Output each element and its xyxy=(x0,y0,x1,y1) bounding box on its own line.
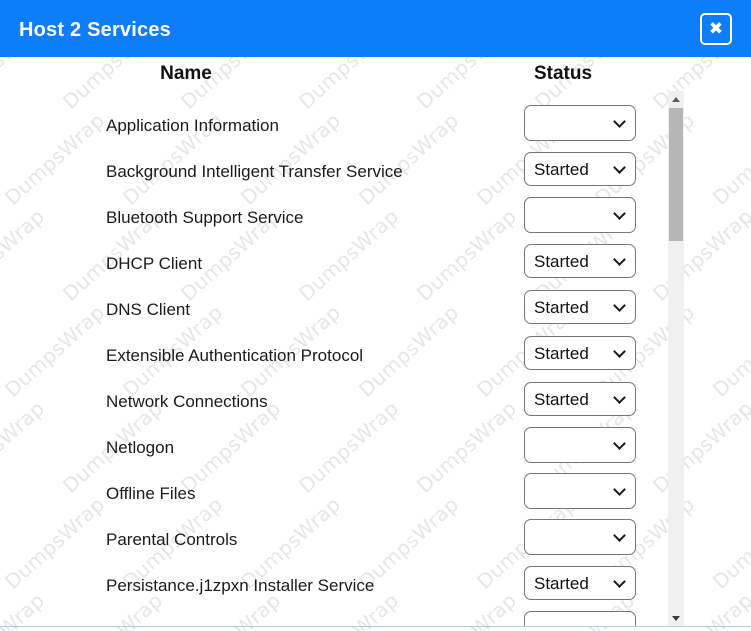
table-row: Background Intelligent Transfer Service S… xyxy=(0,150,684,196)
service-status-select[interactable]: Started xyxy=(524,566,636,600)
service-status-select[interactable] xyxy=(524,519,636,555)
watermark-text: DumpsWrap xyxy=(708,108,751,210)
service-status-select[interactable]: Started xyxy=(524,290,636,324)
service-status-select[interactable]: Started xyxy=(524,152,636,186)
chevron-down-icon xyxy=(615,531,625,541)
service-name: DNS Client xyxy=(106,299,190,321)
scroll-down-arrow-icon[interactable] xyxy=(668,610,684,626)
table-row: Bluetooth Support Service xyxy=(0,196,684,242)
chevron-down-icon xyxy=(615,255,625,265)
service-name: Background Intelligent Transfer Service xyxy=(106,161,403,183)
bottom-divider xyxy=(0,626,751,627)
service-name: DHCP Client xyxy=(106,253,202,275)
chevron-down-icon xyxy=(615,117,625,127)
chevron-down-icon xyxy=(615,163,625,173)
chevron-down-icon xyxy=(615,393,625,403)
table-row: Network Connections Started xyxy=(0,380,684,426)
page-title: Host 2 Services xyxy=(19,19,171,41)
table-row: Application Information xyxy=(0,104,684,150)
service-status-select[interactable] xyxy=(524,427,636,463)
table-column-headers: Name Status xyxy=(0,57,751,91)
service-status-value: Started xyxy=(534,250,589,273)
service-name: Network Connections xyxy=(106,391,268,413)
table-row: DHCP Client Started xyxy=(0,242,684,288)
service-name: Extensible Authentication Protocol xyxy=(106,345,363,367)
table-row: Netlogon xyxy=(0,426,684,472)
service-status-select[interactable] xyxy=(524,611,636,626)
chevron-down-icon xyxy=(615,577,625,587)
service-status-value: Started xyxy=(534,388,589,411)
service-name: Persistance.j1zpxn Installer Service xyxy=(106,575,374,597)
service-status-select[interactable] xyxy=(524,197,636,233)
chevron-down-icon xyxy=(615,439,625,449)
table-row: DNS Client Started xyxy=(0,288,684,334)
chevron-down-icon xyxy=(615,301,625,311)
vertical-scrollbar[interactable] xyxy=(668,91,684,626)
watermark-text: DumpsWrap xyxy=(708,300,751,402)
dialog-titlebar: Host 2 Services ✖ xyxy=(0,0,751,57)
service-status-value: Started xyxy=(534,158,589,181)
service-name: Bluetooth Support Service xyxy=(106,207,304,229)
column-header-name: Name xyxy=(145,62,227,86)
service-status-value: Started xyxy=(534,342,589,365)
services-dialog: DumpsWrapDumpsWrapDumpsWrapDumpsWrapDump… xyxy=(0,0,751,631)
service-name: Application Information xyxy=(106,115,279,137)
chevron-down-icon xyxy=(615,209,625,219)
service-status-value: Started xyxy=(534,296,589,319)
service-status-select[interactable]: Started xyxy=(524,382,636,416)
scroll-up-arrow-icon[interactable] xyxy=(668,91,684,107)
table-row: Persistance.j1zpxn Installer Service Star… xyxy=(0,564,684,610)
column-header-status: Status xyxy=(522,62,604,86)
chevron-down-icon xyxy=(615,485,625,495)
service-status-value: Started xyxy=(534,572,589,595)
service-name: Parental Controls xyxy=(106,529,237,551)
watermark-text: DumpsWrap xyxy=(708,492,751,594)
chevron-down-icon xyxy=(615,347,625,357)
close-icon: ✖ xyxy=(709,21,723,38)
close-button[interactable]: ✖ xyxy=(700,13,732,45)
table-row: Offline Files xyxy=(0,472,684,518)
service-name: Netlogon xyxy=(106,437,174,459)
service-status-select[interactable]: Started xyxy=(524,244,636,278)
table-row: Extensible Authentication Protocol Starte… xyxy=(0,334,684,380)
service-name: Offline Files xyxy=(106,483,195,505)
service-status-select[interactable]: Started xyxy=(524,336,636,370)
services-list: Application Information Background Intell… xyxy=(0,91,684,626)
service-status-select[interactable] xyxy=(524,105,636,141)
table-row: Parental Controls xyxy=(0,518,684,564)
service-status-select[interactable] xyxy=(524,473,636,509)
scrollbar-thumb[interactable] xyxy=(669,108,683,241)
table-row xyxy=(0,610,684,626)
